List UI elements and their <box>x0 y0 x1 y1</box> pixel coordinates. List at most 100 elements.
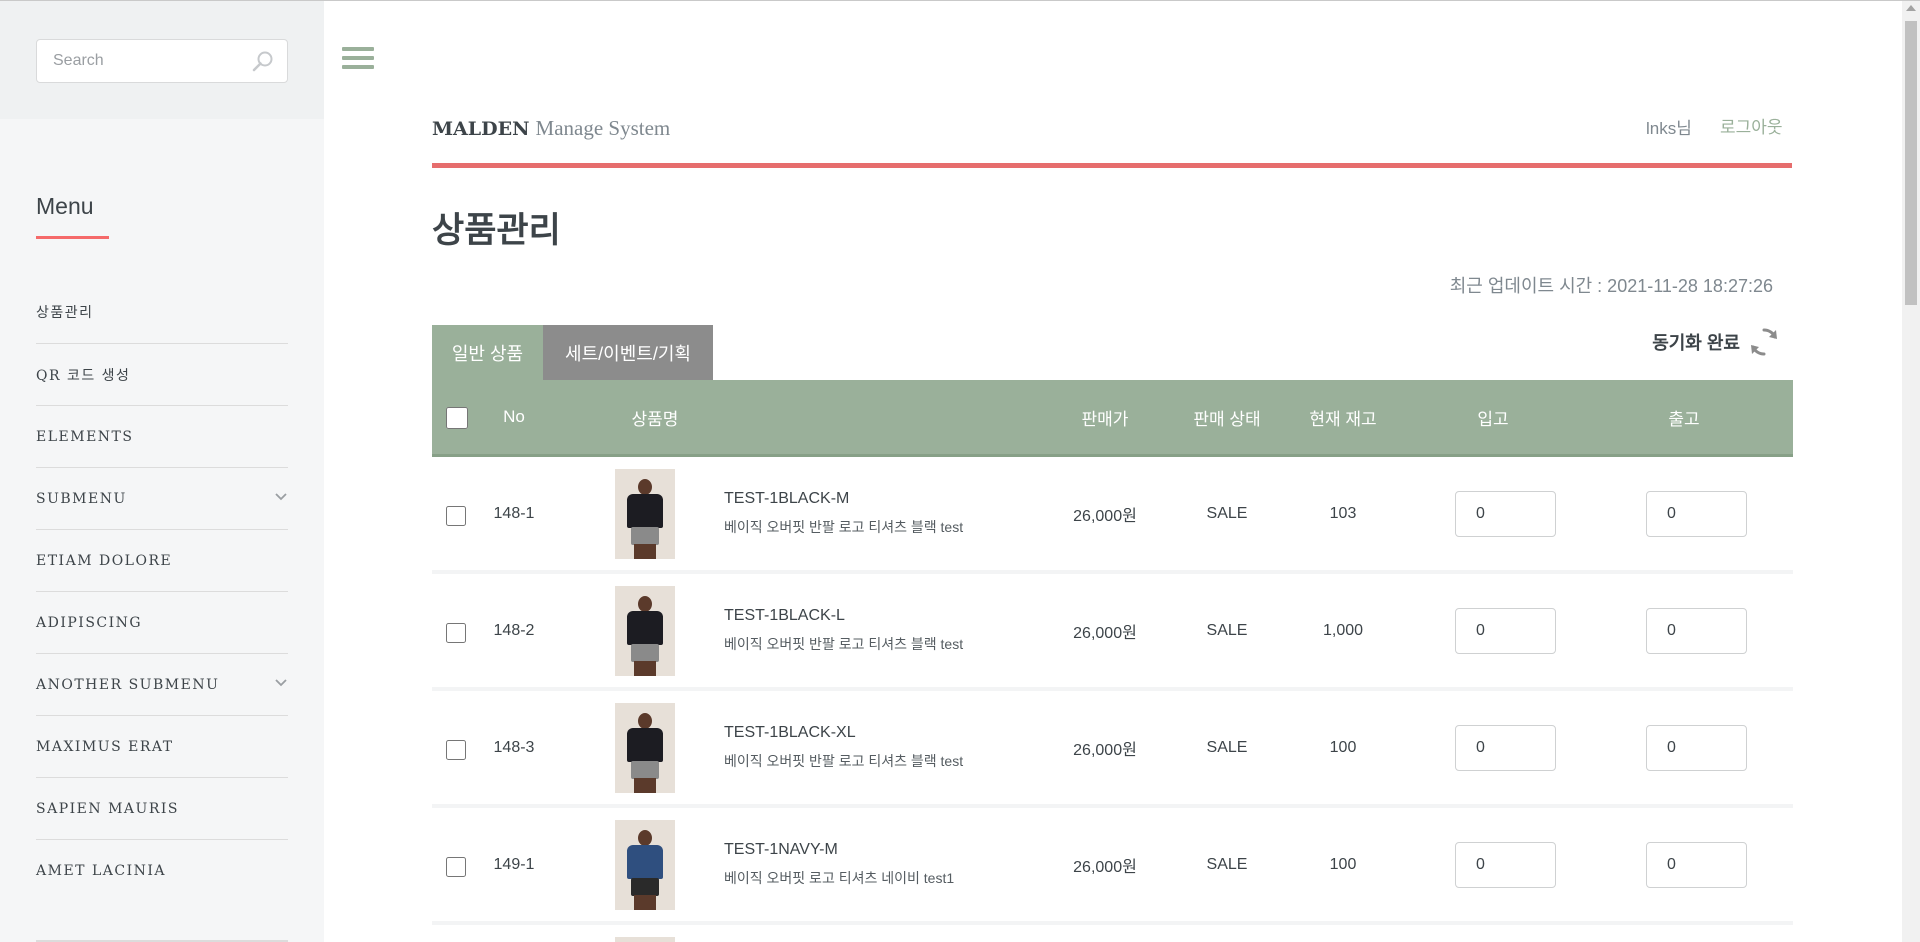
product-thumbnail[interactable] <box>615 469 675 559</box>
row-checkbox[interactable] <box>446 857 466 877</box>
sale-status: SALE <box>1206 621 1248 639</box>
brand-logo[interactable]: MALDEN Manage System <box>432 116 670 141</box>
sidebar-item-another-submenu[interactable]: ANOTHER SUBMENU <box>36 653 288 715</box>
sync-label: 동기화 완료 <box>1652 333 1740 353</box>
menu-heading-underline <box>36 236 109 239</box>
page-scrollbar[interactable] <box>1902 1 1920 942</box>
column-header-no: No <box>503 407 525 426</box>
sidebar-item-submenu[interactable]: SUBMENU <box>36 467 288 529</box>
sidebar-item-label: 상품관리 <box>36 305 94 321</box>
table-row[interactable]: 148-3 TEST-1BLACK-XL 베이직 오버핏 반팔 로고 티셔츠 블… <box>432 691 1793 808</box>
product-description: 베이직 오버핏 반팔 로고 티셔츠 블랙 test <box>724 519 964 535</box>
product-thumbnail[interactable] <box>615 820 675 910</box>
sidebar-item-label: QR 코드 생성 <box>36 367 131 384</box>
hamburger-menu-icon[interactable] <box>342 47 374 75</box>
sidebar-item-label: ANOTHER SUBMENU <box>36 676 220 693</box>
stock-out-input[interactable] <box>1646 491 1747 537</box>
sidebar-item-qr-code[interactable]: QR 코드 생성 <box>36 343 288 405</box>
stock-in-input[interactable] <box>1455 491 1556 537</box>
refresh-icon[interactable] <box>1748 326 1780 358</box>
table-row[interactable]: 148-1 TEST-1BLACK-M 베이직 오버핏 반팔 로고 티셔츠 블랙… <box>432 457 1793 574</box>
sidebar-item-etiam-dolore[interactable]: ETIAM DOLORE <box>36 529 288 591</box>
row-no: 148-1 <box>493 504 535 522</box>
table-row[interactable]: 148-2 TEST-1BLACK-L 베이직 오버핏 반팔 로고 티셔츠 블랙… <box>432 574 1793 691</box>
user-name: lnks님 <box>1646 119 1692 138</box>
sidebar-item-label: SUBMENU <box>36 490 127 507</box>
scroll-up-arrow-icon[interactable] <box>1906 5 1916 11</box>
row-no: 149-1 <box>493 855 535 873</box>
table-body: 148-1 TEST-1BLACK-M 베이직 오버핏 반팔 로고 티셔츠 블랙… <box>432 457 1793 942</box>
sale-status: SALE <box>1206 504 1248 522</box>
product-price: 26,000원 <box>1073 858 1137 876</box>
sidebar-item-label: MAXIMUS ERAT <box>36 738 174 755</box>
current-stock: 103 <box>1329 504 1357 522</box>
scrollbar-thumb[interactable] <box>1905 21 1917 305</box>
sidebar-item-product-management[interactable]: 상품관리 <box>36 281 288 343</box>
menu-heading: Menu <box>36 193 94 219</box>
sidebar-item-label: AMET LACINIA <box>36 862 166 879</box>
product-thumbnail[interactable] <box>615 937 675 942</box>
page-title: 상품관리 <box>432 211 561 250</box>
tab-general-products[interactable]: 일반 상품 <box>432 325 543 380</box>
product-price: 26,000원 <box>1073 624 1137 642</box>
sale-status: SALE <box>1206 738 1248 756</box>
table-header: No 상품명 판매가 판매 상태 현재 재고 입고 출고 <box>432 380 1793 457</box>
tab-set-event-products[interactable]: 세트/이벤트/기획 <box>543 325 713 380</box>
sidebar-search-area <box>0 1 324 119</box>
product-description: 베이직 오버핏 반팔 로고 티셔츠 블랙 test <box>724 753 964 769</box>
stock-out-input[interactable] <box>1646 608 1747 654</box>
stock-in-input[interactable] <box>1455 725 1556 771</box>
product-price: 26,000원 <box>1073 741 1137 759</box>
product-description: 베이직 오버핏 반팔 로고 티셔츠 블랙 test <box>724 636 964 652</box>
select-all-checkbox[interactable] <box>446 407 468 429</box>
product-thumbnail[interactable] <box>615 703 675 793</box>
sidebar-item-label: ADIPISCING <box>36 614 143 631</box>
sync-status-button[interactable]: 동기화 완료 <box>1652 326 1780 358</box>
last-update-time: 최근 업데이트 시간 : 2021-11-28 18:27:26 <box>1449 276 1773 296</box>
current-stock: 100 <box>1329 738 1357 756</box>
stock-in-input[interactable] <box>1455 842 1556 888</box>
search-input[interactable] <box>37 40 247 82</box>
product-name: TEST-1NAVY-M <box>724 841 838 858</box>
column-header-stock-in: 입고 <box>1477 409 1509 429</box>
stock-in-input[interactable] <box>1455 608 1556 654</box>
column-header-product-name: 상품명 <box>631 409 679 429</box>
column-header-current-stock: 현재 재고 <box>1309 409 1377 429</box>
product-description: 베이직 오버핏 로고 티셔츠 네이비 test1 <box>724 870 955 886</box>
stock-out-input[interactable] <box>1646 842 1747 888</box>
sidebar-item-adipiscing[interactable]: ADIPISCING <box>36 591 288 653</box>
product-name: TEST-1BLACK-XL <box>724 724 856 741</box>
stock-out-input[interactable] <box>1646 725 1747 771</box>
product-price: 26,000원 <box>1073 507 1137 525</box>
row-no: 148-3 <box>493 738 535 756</box>
row-checkbox[interactable] <box>446 623 466 643</box>
chevron-down-icon[interactable] <box>274 490 288 504</box>
brand-subtitle: Manage System <box>535 116 671 140</box>
menu-list: 상품관리 QR 코드 생성 ELEMENTS SUBMENU ETIAM DOL… <box>36 281 288 901</box>
sidebar-item-amet-lacinia[interactable]: AMET LACINIA <box>36 839 288 901</box>
search-box[interactable] <box>36 39 288 83</box>
header-divider <box>432 163 1792 168</box>
chevron-down-icon[interactable] <box>274 676 288 690</box>
column-header-sale-status: 판매 상태 <box>1193 409 1261 429</box>
sidebar-item-maximus-erat[interactable]: MAXIMUS ERAT <box>36 715 288 777</box>
table-row[interactable] <box>432 925 1793 942</box>
product-name: TEST-1BLACK-L <box>724 607 845 624</box>
sidebar-item-label: ETIAM DOLORE <box>36 552 173 569</box>
current-stock: 100 <box>1329 855 1357 873</box>
logout-link[interactable]: 로그아웃 <box>1720 113 1783 138</box>
search-icon[interactable] <box>251 50 275 74</box>
sidebar: Menu 상품관리 QR 코드 생성 ELEMENTS SUBMENU ETIA… <box>0 1 324 942</box>
sale-status: SALE <box>1206 855 1248 873</box>
sidebar-item-sapien-mauris[interactable]: SAPIEN MAURIS <box>36 777 288 839</box>
row-no: 148-2 <box>493 621 535 639</box>
product-table: No 상품명 판매가 판매 상태 현재 재고 입고 출고 148-1 TEST-… <box>432 380 1793 942</box>
product-name: TEST-1BLACK-M <box>724 490 850 507</box>
column-header-price: 판매가 <box>1081 409 1129 429</box>
sidebar-item-elements[interactable]: ELEMENTS <box>36 405 288 467</box>
table-row[interactable]: 149-1 TEST-1NAVY-M 베이직 오버핏 로고 티셔츠 네이비 te… <box>432 808 1793 925</box>
product-thumbnail[interactable] <box>615 586 675 676</box>
row-checkbox[interactable] <box>446 506 466 526</box>
row-checkbox[interactable] <box>446 740 466 760</box>
brand-name: MALDEN <box>432 118 530 140</box>
